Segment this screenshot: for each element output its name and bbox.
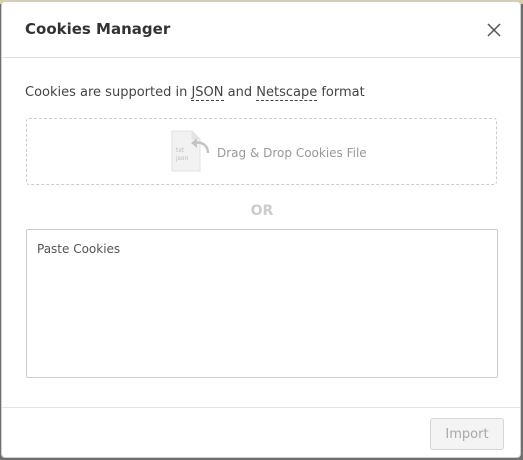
cookies-file-dropzone[interactable]: txt json Drag & Drop Cookies File (26, 118, 497, 185)
dropzone-label: Drag & Drop Cookies File (217, 146, 367, 160)
or-divider: OR (250, 203, 274, 219)
format-json-hint[interactable]: JSON (191, 85, 224, 101)
intro-prefix: Cookies are supported in (25, 85, 192, 100)
cookies-manager-dialog: Cookies Manager Cookies are supported in… (1, 1, 521, 458)
dialog-footer: Import (2, 407, 520, 459)
close-icon (487, 23, 501, 37)
import-button[interactable]: Import (430, 418, 504, 450)
intro-and: and (223, 85, 257, 100)
dialog-header: Cookies Manager (2, 2, 520, 58)
close-button[interactable] (484, 20, 504, 40)
supported-formats-text: Cookies are supported in JSON and Netsca… (25, 85, 365, 101)
file-json-icon: txt json (171, 130, 210, 172)
file-icon-text-txt: txt (176, 147, 185, 154)
dialog-title: Cookies Manager (25, 20, 171, 38)
paste-cookies-textarea[interactable] (26, 229, 498, 378)
intro-suffix: format (317, 85, 365, 100)
format-netscape-hint[interactable]: Netscape (256, 85, 318, 101)
file-icon-text-json: json (175, 155, 188, 162)
